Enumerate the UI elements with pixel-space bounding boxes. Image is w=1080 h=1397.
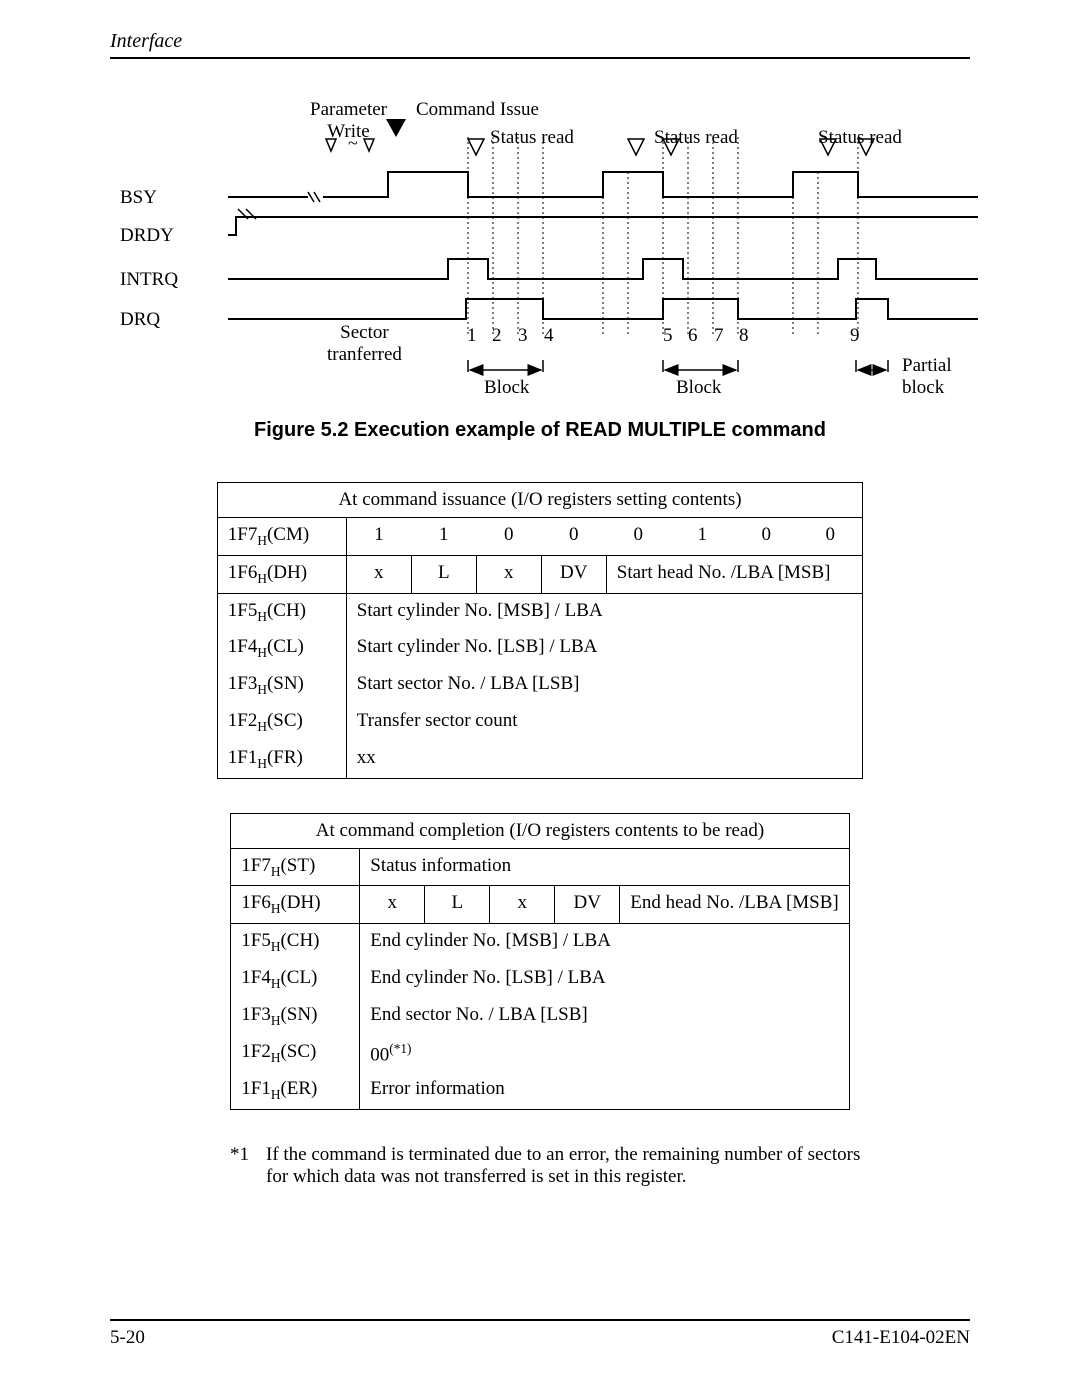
sector-num-9: 9 (850, 325, 860, 347)
row-sn2: 1F3H(SN) End sector No. / LBA [LSB] (231, 998, 849, 1035)
row-dh2: 1F6H(DH) x L x DV End head No. /LBA [MSB… (231, 886, 849, 924)
signal-bsy-label: BSY (120, 187, 157, 209)
label-block-a: Block (484, 377, 529, 399)
label-parameter-write: Parameter Write (310, 99, 387, 143)
sector-num-3: 3 (518, 325, 528, 347)
label-status-read-1: Status read (490, 127, 574, 149)
sector-num-6: 6 (688, 325, 698, 347)
row-sn: 1F3H(SN) Start sector No. / LBA [LSB] (217, 667, 863, 704)
sector-num-2: 2 (492, 325, 502, 347)
row-st: 1F7H(ST) Status information (231, 848, 849, 886)
signal-drq-label: DRQ (120, 309, 160, 331)
row-er: 1F1H(ER) Error information (231, 1072, 849, 1109)
signal-intrq-label: INTRQ (120, 269, 178, 291)
row-fr: 1F1H(FR) xx (217, 741, 863, 778)
table-issue-title: At command issuance (I/O registers setti… (217, 483, 863, 518)
label-command-issue: Command Issue (416, 99, 539, 121)
footer-page: 5-20 (110, 1327, 145, 1349)
row-ch2: 1F5H(CH) End cylinder No. [MSB] / LBA (231, 924, 849, 961)
row-cl2: 1F4H(CL) End cylinder No. [LSB] / LBA (231, 961, 849, 998)
row-sc: 1F2H(SC) Transfer sector count (217, 704, 863, 741)
figure-caption: Figure 5.2 Execution example of READ MUL… (110, 419, 970, 442)
footnote-text: If the command is terminated due to an e… (266, 1144, 870, 1188)
timing-diagram: BSY DRDY INTRQ DRQ (120, 77, 970, 397)
label-sector-transferred: Sector tranferred (327, 322, 402, 366)
label-partial-block: Partial block (902, 355, 952, 399)
signal-drdy-label: DRDY (120, 225, 174, 247)
table-command-issuance: At command issuance (I/O registers setti… (217, 482, 864, 779)
sector-num-1: 1 (467, 325, 477, 347)
row-ch: 1F5H(CH) Start cylinder No. [MSB] / LBA (217, 593, 863, 630)
label-status-read-2: Status read (654, 127, 738, 149)
label-block-b: Block (676, 377, 721, 399)
running-head: Interface (110, 30, 970, 59)
row-cl: 1F4H(CL) Start cylinder No. [LSB] / LBA (217, 630, 863, 667)
row-cm: 1F7H(CM) 1 1 0 0 0 1 0 0 (217, 518, 863, 556)
sector-num-4: 4 (544, 325, 554, 347)
sector-num-8: 8 (739, 325, 749, 347)
table-complete-title: At command completion (I/O registers con… (231, 813, 849, 848)
footnote-mark: *1 (230, 1144, 266, 1188)
footer-doc: C141-E104-02EN (832, 1327, 970, 1349)
sector-num-5: 5 (663, 325, 673, 347)
sector-num-7: 7 (714, 325, 724, 347)
label-status-read-3: Status read (818, 127, 902, 149)
page-footer: 5-20 C141-E104-02EN (110, 1319, 970, 1349)
footnote: *1 If the command is terminated due to a… (230, 1144, 870, 1188)
row-dh: 1F6H(DH) x L x DV Start head No. /LBA [M… (217, 555, 863, 593)
table-command-completion: At command completion (I/O registers con… (230, 813, 849, 1110)
row-sc2: 1F2H(SC) 00(*1) (231, 1035, 849, 1072)
